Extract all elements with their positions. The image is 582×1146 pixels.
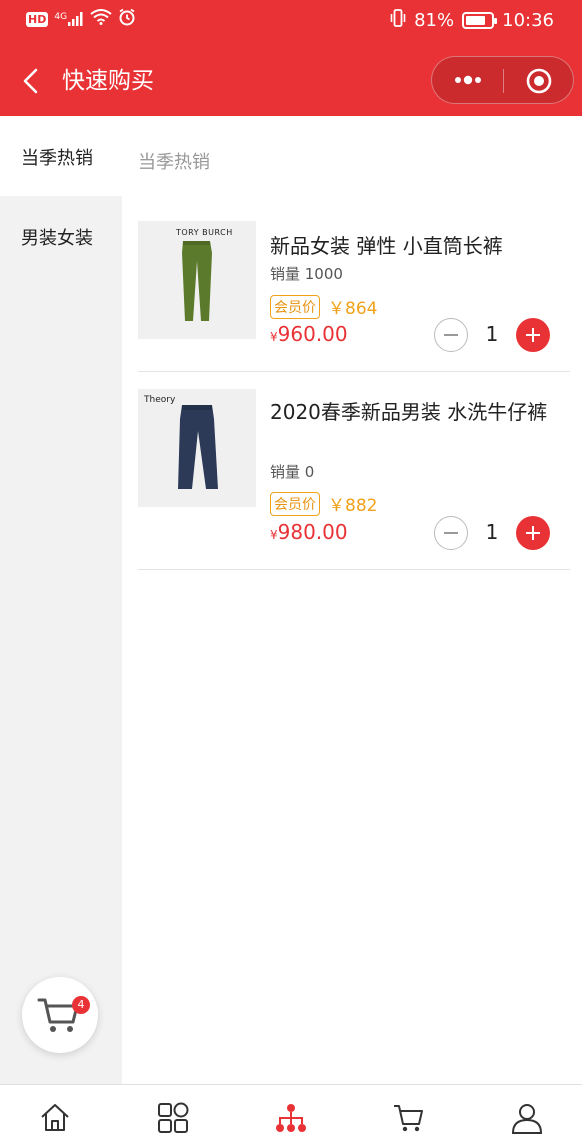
section-title: 当季热销	[138, 152, 210, 173]
decrease-button[interactable]	[434, 318, 468, 352]
quantity-value: 1	[485, 520, 499, 544]
home-icon[interactable]	[38, 1101, 72, 1135]
member-tag: 会员价	[270, 491, 320, 516]
product-image[interactable]: TORY BURCH	[138, 221, 256, 339]
distribution-icon[interactable]	[274, 1101, 308, 1135]
hd-indicator: HD	[26, 11, 49, 27]
wifi-icon	[90, 9, 112, 29]
increase-button[interactable]	[516, 318, 550, 352]
product-card[interactable]: TORY BURCH 新品女装 弹性 小直筒长裤 销量 1000 会员价 ￥86…	[138, 221, 570, 372]
battery-percent: 81%	[414, 10, 455, 31]
increase-button[interactable]	[516, 516, 550, 550]
target-icon[interactable]	[526, 68, 552, 94]
battery-level	[466, 16, 486, 25]
page-title: 快速购买	[62, 68, 154, 94]
member-price: ￥864	[328, 299, 378, 319]
product-price: ¥960.00	[270, 322, 348, 346]
product-card[interactable]: Theory 2020春季新品男装 水洗牛仔裤 销量 0 会员价 ￥882 ¥9…	[138, 389, 570, 570]
sidebar-item-label: 当季热销	[21, 148, 93, 169]
vibrate-icon	[390, 9, 406, 32]
chevron-left-icon[interactable]	[18, 66, 46, 96]
category-icon[interactable]	[156, 1101, 190, 1135]
quantity-stepper: 1	[434, 318, 552, 352]
status-bar: HD 4G 81% 10:36	[0, 0, 582, 40]
product-sales: 销量 0	[270, 463, 315, 481]
product-image[interactable]: Theory	[138, 389, 256, 507]
floating-cart-button[interactable]: 4	[22, 977, 98, 1053]
price-value: 980.00	[277, 520, 348, 544]
quantity-value: 1	[485, 322, 499, 346]
product-name: 新品女装 弹性 小直筒长裤	[270, 234, 503, 258]
battery-icon	[462, 12, 498, 29]
capsule-divider	[503, 69, 504, 93]
decrease-button[interactable]	[434, 516, 468, 550]
quantity-stepper: 1	[434, 516, 552, 550]
bottom-tab-bar	[0, 1084, 582, 1146]
sidebar-item-label: 男装女装	[21, 228, 93, 249]
cart-icon[interactable]	[392, 1101, 426, 1135]
member-price: ￥882	[328, 496, 378, 516]
clock: 10:36	[502, 10, 554, 31]
network-type: 4G	[54, 12, 68, 22]
mini-program-capsule	[431, 56, 574, 104]
cart-badge: 4	[72, 996, 90, 1014]
more-dots-icon[interactable]	[450, 68, 486, 92]
alarm-icon	[118, 8, 136, 30]
product-price: ¥980.00	[270, 520, 348, 544]
member-price-row: 会员价 ￥882	[270, 491, 377, 516]
sidebar-item-hot[interactable]: 当季热销	[0, 116, 122, 196]
category-sidebar: 当季热销 男装女装	[0, 116, 122, 1084]
product-sales: 销量 1000	[270, 265, 343, 283]
currency-symbol: ¥	[270, 528, 278, 542]
user-icon[interactable]	[510, 1101, 544, 1135]
sidebar-item-apparel[interactable]: 男装女装	[0, 196, 122, 276]
member-tag: 会员价	[270, 294, 320, 319]
signal-icon: 4G	[54, 12, 84, 26]
price-value: 960.00	[277, 322, 348, 346]
currency-symbol: ¥	[270, 330, 278, 344]
product-name: 2020春季新品男装 水洗牛仔裤	[270, 400, 548, 424]
nav-bar: 快速购买	[0, 46, 582, 116]
member-price-row: 会员价 ￥864	[270, 294, 377, 319]
top-bar: HD 4G 81% 10:36 快速购买	[0, 0, 582, 116]
